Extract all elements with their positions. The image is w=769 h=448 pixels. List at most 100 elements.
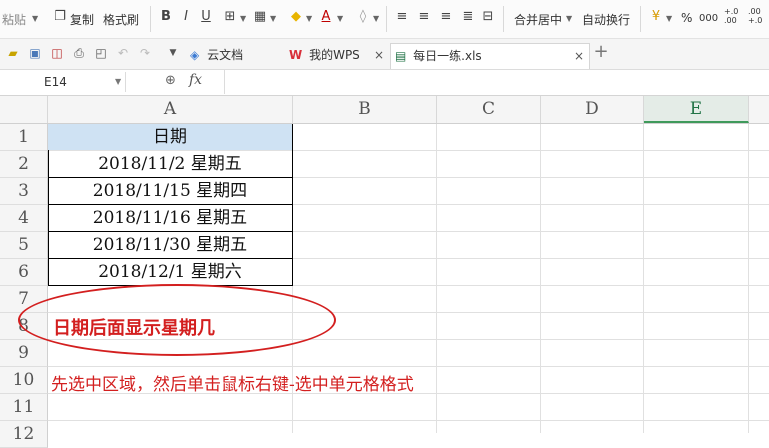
cloud-doc-icon: ◈ (190, 48, 200, 62)
row-header-3[interactable]: 3 (0, 178, 48, 205)
cell-a1-header[interactable]: 日期 (48, 124, 292, 150)
row-header-2[interactable]: 2 (0, 151, 48, 178)
copy-button[interactable]: 复制 (70, 11, 94, 28)
row-header-12[interactable]: 12 (0, 421, 48, 448)
wps-logo-icon: W (289, 48, 303, 62)
table-border (292, 124, 293, 286)
column-header-a[interactable]: A (48, 96, 293, 123)
tab-label: 每日一练.xls (413, 49, 482, 63)
circled-note-text: 日期后面显示星期几 (53, 318, 215, 339)
tab-label: 我的WPS (309, 48, 360, 62)
borders-icon[interactable]: ⊞ (222, 9, 238, 25)
grid-line (643, 124, 644, 433)
format-painter-button[interactable]: 格式刷 (103, 11, 139, 28)
export-pdf-icon[interactable]: ◫ (49, 45, 65, 61)
clear-dropdown-icon[interactable]: ▼ (373, 14, 379, 23)
toolbar-divider (503, 6, 504, 32)
grid-line (748, 124, 749, 433)
borders-dropdown-icon[interactable]: ▼ (240, 14, 246, 23)
print-icon[interactable]: ⎙ (71, 45, 87, 61)
number-format-dropdown-icon[interactable]: ▼ (666, 14, 672, 23)
clear-format-icon[interactable]: ◊ (355, 9, 371, 25)
cell-a6[interactable]: 2018/12/1 星期六 (48, 259, 292, 285)
underline-button[interactable]: U (198, 9, 214, 25)
increase-decimal-button[interactable]: +.0 .00 (724, 7, 748, 25)
new-tab-icon[interactable]: + (593, 43, 609, 61)
function-button[interactable]: fx (189, 72, 202, 88)
cell-style-icon[interactable]: ▦ (252, 9, 268, 25)
formula-bar: E14 ▼ ⊕ fx (0, 70, 769, 96)
undo-icon[interactable]: ↶ (115, 45, 131, 61)
row-header-9[interactable]: 9 (0, 340, 48, 367)
row-header-11[interactable]: 11 (0, 394, 48, 421)
tab-active-document[interactable]: ▤ 每日一练.xls × (390, 43, 590, 69)
toolbar-divider (386, 6, 387, 32)
font-color-dropdown-icon[interactable]: ▼ (337, 14, 343, 23)
paste-button[interactable]: 粘贴 (2, 11, 26, 28)
merge-dropdown-icon[interactable]: ▼ (566, 14, 572, 23)
toolbar-divider (640, 6, 641, 32)
copy-icon: ❐ (54, 9, 66, 24)
chevron-down-icon[interactable]: ▼ (115, 72, 121, 92)
paste-dropdown-icon[interactable]: ▼ (32, 14, 38, 23)
column-header-e[interactable]: E (644, 96, 749, 123)
cell-reference: E14 (44, 75, 67, 89)
toolbar-divider (150, 6, 151, 32)
cell-a3[interactable]: 2018/11/15 星期四 (48, 178, 292, 204)
percent-button[interactable]: % (681, 11, 692, 25)
number-format-icon[interactable]: ¥ (648, 9, 664, 25)
close-icon[interactable]: × (574, 44, 584, 69)
spreadsheet-icon: ▤ (395, 49, 407, 63)
document-tab-bar: ▰ ▣ ◫ ⎙ ◰ ↶ ↷ ▼ ◈ 云文档 W 我的WPS × ▤ 每日一练.x… (0, 39, 769, 70)
select-all-corner[interactable] (0, 96, 48, 123)
row-header-1[interactable]: 1 (0, 124, 48, 151)
cell-a4[interactable]: 2018/11/16 星期五 (48, 205, 292, 231)
print-preview-icon[interactable]: ◰ (93, 45, 109, 61)
cell-a5[interactable]: 2018/11/30 星期五 (48, 232, 292, 258)
row-header-5[interactable]: 5 (0, 232, 48, 259)
table-border (48, 231, 293, 232)
italic-button[interactable]: I (178, 9, 194, 25)
align-right-icon[interactable]: ≡ (438, 9, 454, 25)
cell-a2[interactable]: 2018/11/2 星期五 (48, 151, 292, 177)
save-icon[interactable]: ▣ (27, 45, 43, 61)
column-header-d[interactable]: D (541, 96, 644, 123)
close-icon[interactable]: × (374, 43, 384, 68)
row-header-4[interactable]: 4 (0, 205, 48, 232)
decrease-decimal-button[interactable]: .00 +.0 (748, 7, 769, 25)
grid-line (48, 420, 769, 421)
tab-label: 云文档 (207, 48, 244, 62)
grid-line (540, 124, 541, 433)
table-border (48, 150, 49, 286)
row-header-10[interactable]: 10 (0, 367, 48, 394)
align-left-icon[interactable]: ≡ (394, 9, 410, 25)
fill-color-dropdown-icon[interactable]: ▼ (306, 14, 312, 23)
tab-my-wps[interactable]: W 我的WPS × (289, 43, 384, 68)
redo-icon[interactable]: ↷ (137, 45, 153, 61)
table-border (48, 258, 293, 259)
row-header-6[interactable]: 6 (0, 259, 48, 286)
column-header-b[interactable]: B (293, 96, 437, 123)
merge-center-button[interactable]: 合并居中 (514, 11, 562, 28)
cell-style-dropdown-icon[interactable]: ▼ (270, 14, 276, 23)
open-folder-icon[interactable]: ▰ (5, 45, 21, 61)
grid-line (436, 124, 437, 433)
table-border (48, 204, 293, 205)
formula-input[interactable] (224, 70, 769, 94)
grid-line (48, 366, 769, 367)
column-header-c[interactable]: C (437, 96, 541, 123)
name-box[interactable]: E14 ▼ (0, 72, 126, 92)
distribute-icon[interactable]: ⊟ (480, 9, 496, 25)
align-center-icon[interactable]: ≡ (416, 9, 432, 25)
zoom-icon[interactable]: ⊕ (165, 73, 176, 88)
fill-color-icon[interactable]: ◆ (288, 9, 304, 25)
customize-toolbar-icon[interactable]: ▼ (165, 45, 181, 61)
thousands-button[interactable]: 000 (699, 13, 718, 24)
font-color-icon[interactable]: A (318, 9, 334, 25)
wrap-text-button[interactable]: 自动换行 (582, 11, 630, 28)
justify-icon[interactable]: ≣ (460, 9, 476, 25)
tab-cloud-docs[interactable]: ◈ 云文档 (190, 43, 280, 68)
table-border (48, 177, 293, 178)
bold-button[interactable]: B (158, 9, 174, 25)
column-header-bar: A B C D E (0, 96, 769, 124)
